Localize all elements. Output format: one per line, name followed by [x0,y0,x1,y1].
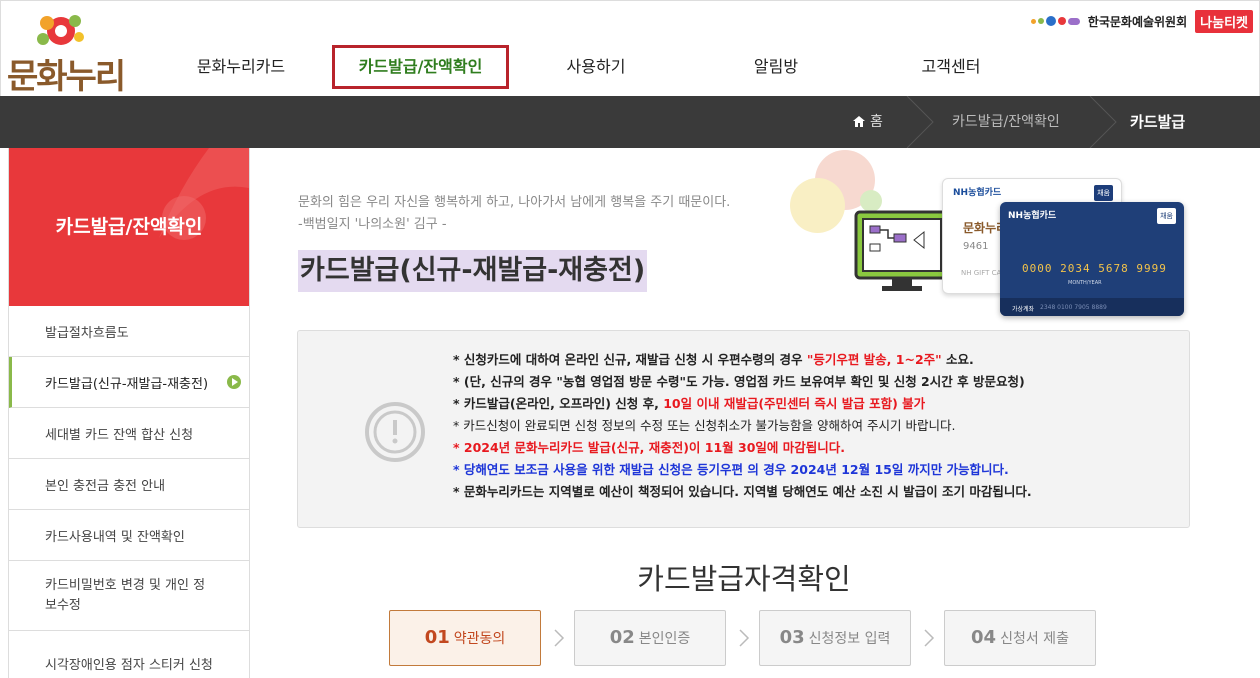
nav-notice-room[interactable]: 알림방 [726,45,826,89]
sidebar-item-label: 시각장애인용 점자 스티커 신청 [45,657,213,673]
breadcrumb-home[interactable]: 홈 [870,96,883,148]
sidebar-item-label: 세대별 카드 잔액 합산 신청 [45,427,194,443]
chevron-right-icon [739,629,750,647]
chevron-right-icon [554,629,565,647]
card-digits: 9461 [963,241,989,252]
page-title: 카드발급(신규-재발급-재충전) [298,250,648,292]
card-number: 0000 2034 5678 9999 [1022,262,1167,275]
step-label: 약관동의 [453,631,506,647]
site-header: 문화누리 문화누리카드 카드발급/잔액확인 사용하기 알림방 고객센터 한국문화… [0,0,1260,97]
chevron-right-icon [924,629,935,647]
chevron-right-icon [906,96,934,148]
notice-line-3: * 카드발급(온라인, 오프라인) 신청 후, [453,396,664,411]
sidebar-item-self-charge[interactable]: 본인 충전금 충전 안내 [9,459,249,510]
notice-line-6: * 당해연도 보조금 사용을 위한 재발급 신청은 등기우편 의 경우 2024… [453,462,1009,477]
sidebar-item-label: 카드사용내역 및 잔액확인 [45,529,185,545]
card-month-year: MONTH/YEAR [1068,280,1102,286]
sidebar-item-usage-balance[interactable]: 카드사용내역 및 잔액확인 [9,510,249,561]
alert-icon [365,402,425,462]
notice-box: * 신청카드에 대하여 온라인 신규, 재발급 신청 시 우편수령의 경우 "등… [297,330,1190,528]
step-1: 01 약관동의 [389,610,541,666]
nav-usage[interactable]: 사용하기 [541,45,651,89]
step-number: 02 [609,627,635,648]
step-4: 04 신청서 제출 [944,610,1096,666]
step-3: 03 신청정보 입력 [759,610,911,666]
nh-card-image: NH농협카드 채움 0000 2034 5678 9999 MONTH/YEAR… [1000,202,1184,316]
card-visual: NH농협카드 채움 문화누리 9461 NH GIFT CA NH농협카드 채움… [780,150,1200,320]
site-logo[interactable]: 문화누리 [7,9,127,97]
sidebar-header: 카드발급/잔액확인 [9,148,249,306]
logo-text: 문화누리 [7,57,126,97]
nanum-ticket-link[interactable]: 나눔티켓 [1195,9,1253,33]
nav-munhwanuri-card[interactable]: 문화누리카드 [181,45,301,89]
quote: 문화의 힘은 우리 자신을 행복하게 하고, 나아가서 남에게 행복을 주기 때… [298,192,730,236]
step-2: 02 본인인증 [574,610,726,666]
arko-link[interactable]: 한국문화예술위원회 [1088,13,1187,30]
card-brand: NH농협카드 [953,188,1002,198]
monitor-icon [854,210,950,291]
breadcrumb-current: 카드발급 [1130,113,1186,131]
step-number: 04 [971,627,997,648]
section-title: 카드발급자격확인 [637,562,851,596]
sidebar-title: 카드발급/잔액확인 [55,216,203,238]
sidebar-item-label: 카드발급(신규-재발급-재충전) [45,376,209,392]
quote-text: 문화의 힘은 우리 자신을 행복하게 하고, 나아가서 남에게 행복을 주기 때… [298,195,731,210]
card-tag: 채움 [1094,185,1113,201]
sidebar-item-braille-sticker[interactable]: 시각장애인용 점자 스티커 신청 [9,631,249,678]
top-utility: 한국문화예술위원회 나눔티켓 [1030,9,1253,33]
notice-line-1: * 신청카드에 대하여 온라인 신규, 재발급 신청 시 우편수령의 경우 [453,352,807,367]
notice-line-4: * 카드신청이 완료되면 신청 정보의 수정 또는 신청취소가 불가능함을 양해… [453,418,956,433]
notice-line-2: * (단, 신규의 경우 "농협 영업점 방문 수령"도 가능. 영업점 카드 … [453,374,1025,389]
card-caption: NH GIFT CA [961,269,1002,277]
nav-card-issue-balance[interactable]: 카드발급/잔액확인 [332,45,509,89]
step-label: 신청정보 입력 [808,631,891,647]
card-tag: 채움 [1157,208,1176,224]
notice-text: * 신청카드에 대하여 온라인 신규, 재발급 신청 시 우편수령의 경우 "등… [453,349,1032,503]
quote-author: -백범일지 '나의소원' 김구 - [298,217,447,232]
notice-line-5: * 2024년 문화누리카드 발급(신규, 재충전)이 11월 30일에 마감됩… [453,440,846,455]
sidebar-item-issue-flow[interactable]: 발급절차흐름도 [9,306,249,357]
notice-line-1-tail: 소요. [941,352,974,367]
arrow-right-circle-icon [227,375,241,389]
card-account-number: 2348 0100 7905 8889 [1040,304,1107,311]
notice-line-1-highlight: "등기우편 발송, 1~2주" [806,352,942,367]
breadcrumb: 홈 카드발급/잔액확인 카드발급 [0,96,1260,148]
step-number: 03 [779,627,805,648]
notice-line-7: * 문화누리카드는 지역별로 예산이 책정되어 있습니다. 지역별 당해연도 예… [453,484,1032,499]
step-label: 신청서 제출 [1000,631,1069,647]
sidebar-item-label: 발급절차흐름도 [45,325,129,341]
card-account-label: 가상계좌 [1012,306,1035,313]
breadcrumb-level1[interactable]: 카드발급/잔액확인 [952,96,1060,148]
nav-customer-center[interactable]: 고객센터 [896,45,1006,89]
sidebar: 카드발급/잔액확인 발급절차흐름도 카드발급(신규-재발급-재충전) 세대별 카… [8,148,250,678]
step-label: 본인인증 [638,631,691,647]
card-brand: NH농협카드 [1008,211,1057,221]
main-nav: 문화누리카드 카드발급/잔액확인 사용하기 알림방 고객센터 [161,45,1061,89]
sidebar-item-card-issue[interactable]: 카드발급(신규-재발급-재충전) [9,357,249,408]
sidebar-item-label: 본인 충전금 충전 안내 [45,478,166,494]
step-number: 01 [424,627,450,648]
sidebar-item-household-merge[interactable]: 세대별 카드 잔액 합산 신청 [9,408,249,459]
home-icon [853,116,865,127]
chevron-right-icon [1089,96,1117,148]
arko-logo-icon [1030,16,1080,26]
notice-line-3-highlight: 10일 이내 재발급(주민센터 즉시 발급 포함) 불가 [663,396,926,411]
